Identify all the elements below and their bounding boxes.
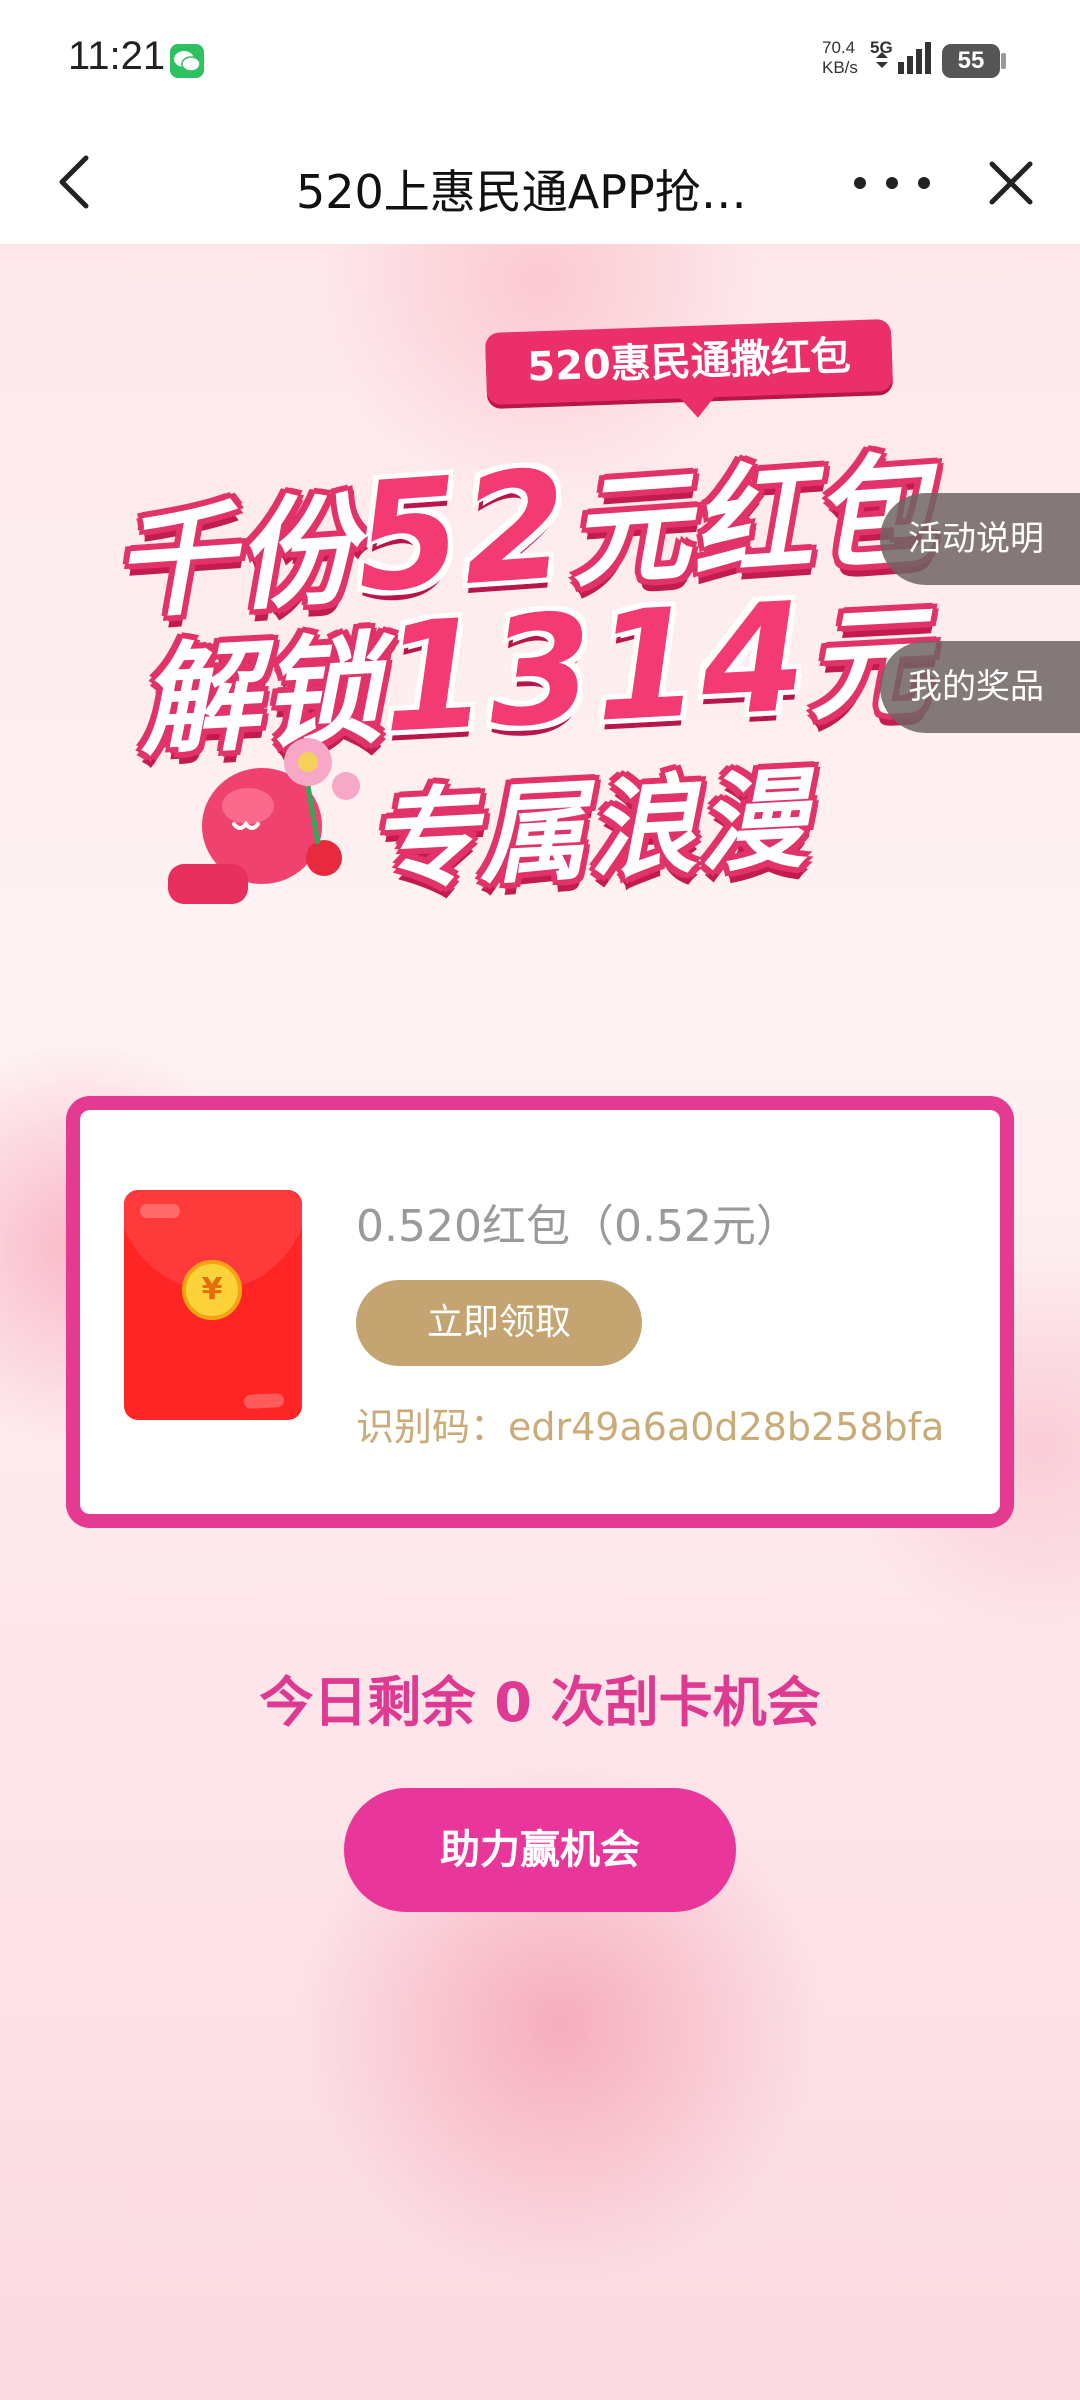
- prize-card: ¥ 0.520红包（0.52元） 立即领取 识别码：edr49a6a0d28b2…: [66, 1096, 1014, 1528]
- battery-icon: 55: [942, 44, 1000, 78]
- speed-unit: KB/s: [822, 58, 858, 77]
- activity-rules-tab[interactable]: 活动说明: [880, 493, 1080, 585]
- speed-value: 70.4: [822, 38, 856, 57]
- status-time: 11:21: [68, 34, 166, 78]
- network-speed: 70.4 KB/s: [822, 38, 858, 78]
- status-bar: 11:21 70.4 KB/s 5G 55: [0, 0, 1080, 120]
- banner-headline-3: 专属浪漫: [365, 757, 812, 906]
- nav-bar: 520上惠民通APP抢…: [0, 120, 1080, 244]
- close-icon[interactable]: [986, 158, 1036, 208]
- my-prizes-tab[interactable]: 我的奖品: [880, 641, 1080, 733]
- prize-name: 0.520红包（0.52元）: [356, 1201, 800, 1252]
- banner-tag-text: 520惠民通撒红包: [526, 333, 852, 391]
- envelope-highlight: [243, 1392, 285, 1410]
- red-envelope-icon: ¥: [124, 1190, 302, 1420]
- battery-tip: [1001, 53, 1006, 69]
- remaining-chances: 今日剩余 0 次刮卡机会: [259, 1671, 821, 1734]
- banner-tag: 520惠民通撒红包: [484, 318, 894, 406]
- signal-icon: [876, 42, 931, 74]
- envelope-highlight: [140, 1204, 180, 1218]
- promo-banner: 520惠民通撒红包 千份52元红包 解锁1314元 专属浪漫: [0, 244, 1080, 964]
- page-title: 520上惠民通APP抢…: [296, 165, 747, 219]
- claim-button[interactable]: 立即领取: [356, 1280, 642, 1366]
- redeem-code: 识别码：edr49a6a0d28b258bfa: [356, 1405, 945, 1449]
- activity-page: 520惠民通撒红包 千份52元红包 解锁1314元 专属浪漫 活动说明 我的奖品: [0, 244, 1080, 2400]
- yuan-coin-icon: ¥: [182, 1260, 242, 1320]
- more-icon[interactable]: [852, 176, 932, 190]
- wechat-icon: [170, 44, 204, 78]
- boost-chance-button[interactable]: 助力赢机会: [344, 1788, 736, 1912]
- heart-mascot-icon: [168, 738, 360, 904]
- back-icon[interactable]: [50, 152, 100, 212]
